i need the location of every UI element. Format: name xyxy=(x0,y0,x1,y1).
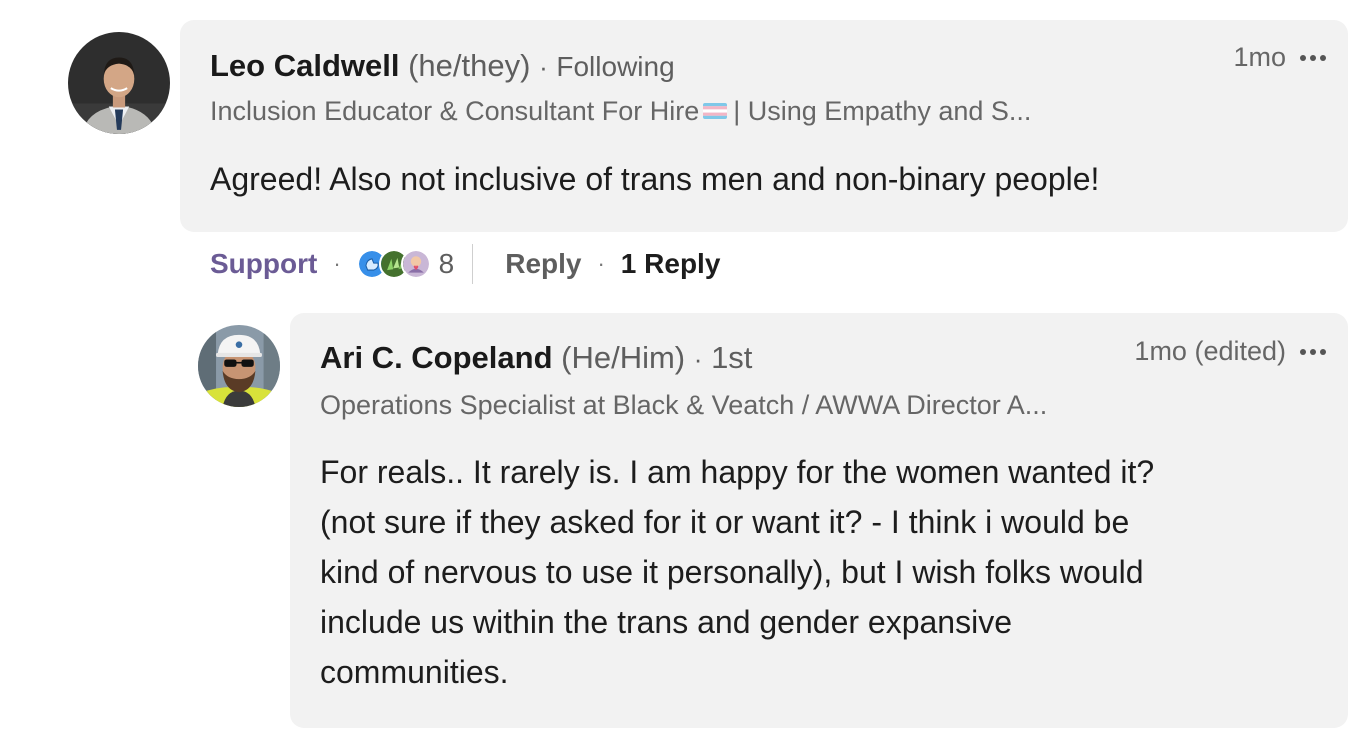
action-divider xyxy=(472,244,474,284)
comment-meta: 1mo xyxy=(1233,42,1326,73)
more-options-icon[interactable] xyxy=(1300,54,1326,61)
reply-text-line: kind of nervous to use it personally), b… xyxy=(320,554,1144,590)
reply-text-line: For reals.. It rarely is. I am happy for… xyxy=(320,454,1155,490)
reaction-summary[interactable] xyxy=(356,249,431,279)
love-reaction-icon xyxy=(400,249,431,279)
reply-text-line: (not sure if they asked for it or want i… xyxy=(320,504,1130,540)
reply-meta: 1mo (edited) xyxy=(1134,336,1326,367)
reply-author-name[interactable]: Ari C. Copeland xyxy=(320,340,553,375)
separator-dot: · xyxy=(597,251,605,276)
comment-author-name[interactable]: Leo Caldwell xyxy=(210,48,399,83)
connection-degree: 1st xyxy=(711,340,753,375)
headline-text-rest: | Using Empathy and S... xyxy=(733,96,1032,126)
trans-flag-icon xyxy=(703,102,728,119)
comment-author-headline: Inclusion Educator & Consultant For Hire… xyxy=(210,96,1031,127)
comment-time: 1mo xyxy=(1233,42,1286,72)
comment-action-bar: Support · 8 Reply · 1 Reply xyxy=(210,238,720,290)
reply-author-avatar[interactable] xyxy=(198,325,280,407)
separator-dot: · xyxy=(693,344,703,374)
reply-text: For reals.. It rarely is. I am happy for… xyxy=(320,447,1330,697)
headline-text: Inclusion Educator & Consultant For Hire xyxy=(210,96,700,126)
reply-author-pronouns: (He/Him) xyxy=(561,340,686,375)
reply-author-line: Ari C. Copeland (He/Him) · 1st xyxy=(320,340,752,376)
reply-text-line: communities. xyxy=(320,654,509,690)
separator-dot: · xyxy=(333,251,341,276)
separator-dot: · xyxy=(539,52,548,82)
reply-text-line: include us within the trans and gender e… xyxy=(320,604,1012,640)
comment-text: Agreed! Also not inclusive of trans men … xyxy=(210,161,1100,197)
comment-author-avatar[interactable] xyxy=(68,32,170,134)
comment-author-line: Leo Caldwell (he/they) · Following xyxy=(210,48,675,84)
support-reaction-button[interactable]: Support xyxy=(210,248,317,280)
reaction-count[interactable]: 8 xyxy=(439,248,455,280)
reply-button[interactable]: Reply xyxy=(505,248,581,280)
reply-time: 1mo (edited) xyxy=(1134,336,1286,366)
following-status: Following xyxy=(556,51,675,82)
reply-author-headline: Operations Specialist at Black & Veatch … xyxy=(320,390,1048,420)
more-options-icon[interactable] xyxy=(1300,348,1326,355)
view-replies-button[interactable]: 1 Reply xyxy=(621,248,721,280)
comment-author-pronouns: (he/they) xyxy=(408,48,531,83)
